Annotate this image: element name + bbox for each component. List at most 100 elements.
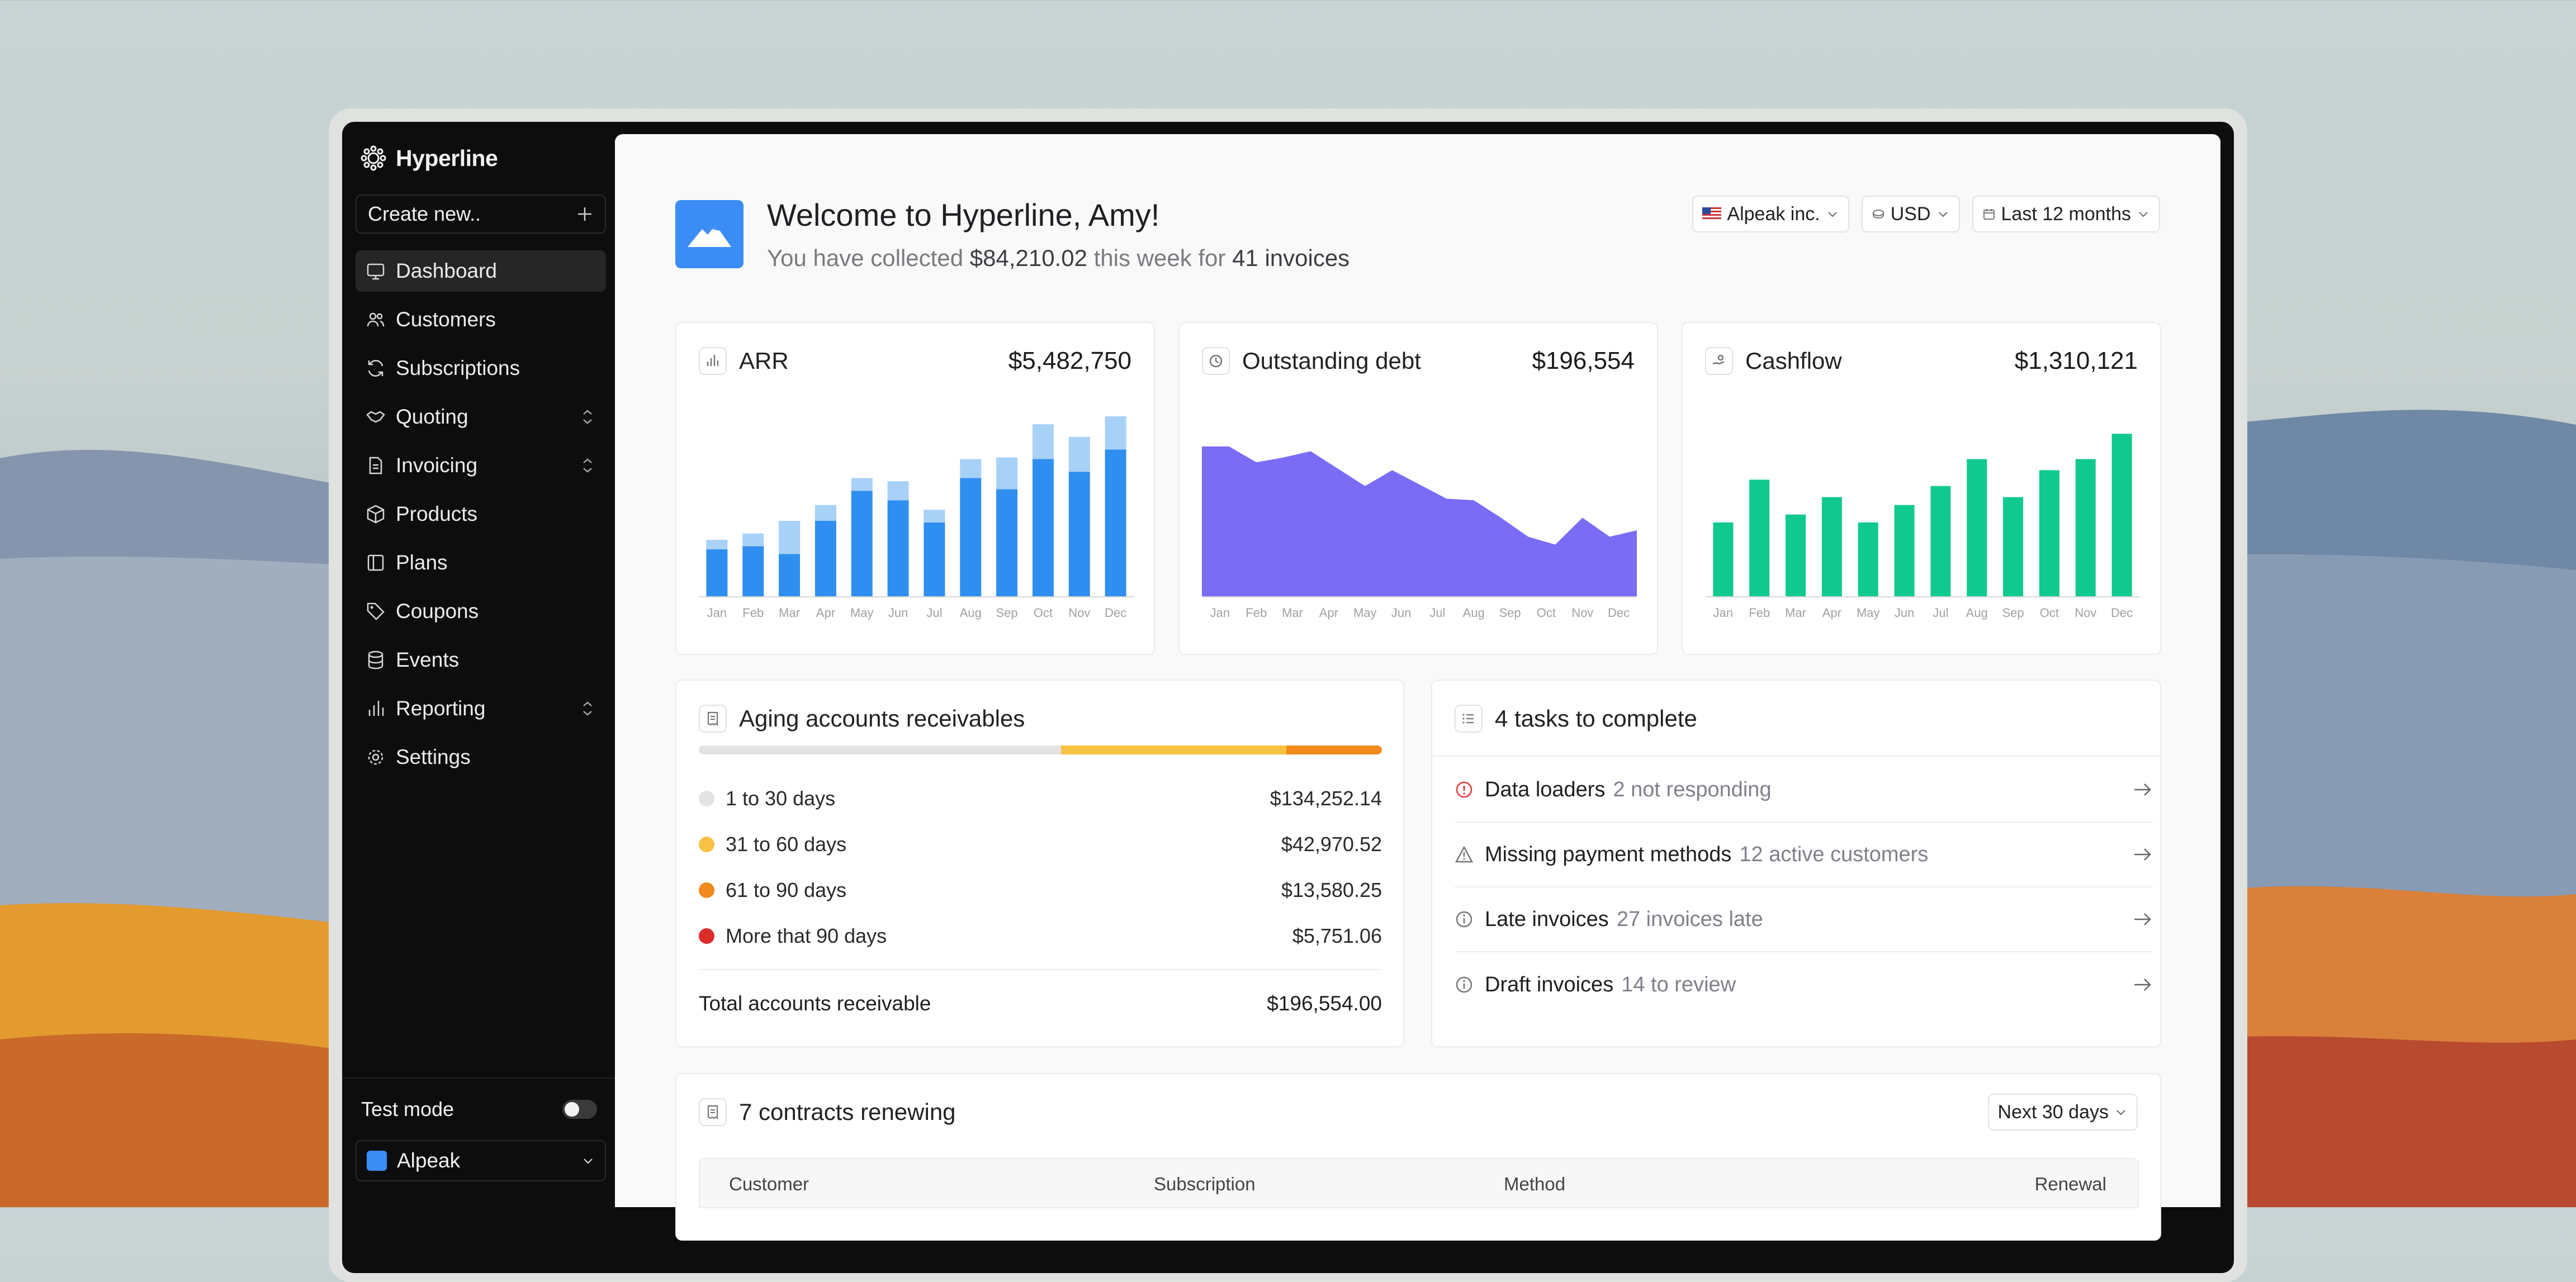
x-tick-label: May [1353, 606, 1377, 620]
arr-bar-segment[interactable] [996, 457, 1018, 490]
sidebar-item-subscriptions[interactable]: Subscriptions [356, 348, 606, 389]
cashflow-bar[interactable] [1713, 522, 1734, 597]
sidebar-item-coupons[interactable]: Coupons [356, 591, 606, 632]
arr-bar-segment[interactable] [1032, 459, 1054, 597]
sidebar-item-customers[interactable]: Customers [356, 299, 606, 340]
alert-circle-icon [1456, 781, 1472, 798]
collected-invoices: 41 invoices [1232, 245, 1350, 271]
arr-bar-segment[interactable] [924, 522, 945, 597]
columns-icon [367, 554, 384, 571]
cashflow-bar[interactable] [1821, 497, 1842, 597]
cashflow-bar[interactable] [1858, 522, 1878, 597]
cashflow-bar[interactable] [2039, 470, 2059, 597]
sidebar-item-label: Dashboard [396, 259, 498, 282]
database-icon [368, 651, 383, 670]
cashflow-bar[interactable] [1749, 479, 1770, 597]
arr-bar-segment[interactable] [815, 505, 836, 521]
arr-bar-segment[interactable] [960, 478, 982, 597]
arr-bar-segment[interactable] [815, 521, 836, 597]
arr-bar-segment[interactable] [1032, 424, 1054, 459]
arr-bar-segment[interactable] [742, 546, 764, 597]
contracts-table-header: Customer Subscription Method Renewal [699, 1158, 2139, 1208]
workspace-switcher[interactable]: Alpeak [356, 1140, 606, 1181]
sidebar-item-invoicing[interactable]: Invoicing [356, 445, 606, 486]
task-row[interactable]: Draft invoices 14 to review [1455, 952, 2153, 1017]
warning-triangle-icon [1455, 846, 1474, 863]
arrow-right-icon[interactable] [2131, 974, 2153, 996]
arr-bar-segment[interactable] [779, 554, 801, 597]
task-title: Data loaders [1485, 777, 1606, 801]
arr-bar-segment[interactable] [706, 540, 728, 549]
cashflow-bar[interactable] [2111, 434, 2132, 597]
task-row[interactable]: Missing payment methods 12 active custome… [1455, 823, 2153, 887]
column-header-subscription[interactable]: Subscription [1154, 1174, 1256, 1195]
sidebar-item-products[interactable]: Products [356, 493, 606, 535]
arrow-right-icon[interactable] [2131, 843, 2153, 866]
sidebar-footer-divider [342, 1077, 615, 1079]
period-select[interactable]: Last 12 months [1972, 196, 2160, 232]
aging-row-label: 61 to 90 days [726, 879, 847, 901]
cashflow-bar[interactable] [1930, 486, 1951, 597]
cashflow-bar[interactable] [1967, 459, 1987, 597]
cashflow-bar[interactable] [2003, 497, 2024, 597]
debt-title: Outstanding debt [1242, 348, 1421, 374]
arr-bar-segment[interactable] [1068, 472, 1090, 597]
receipt-icon [699, 1098, 727, 1126]
cashflow-bar[interactable] [2075, 459, 2096, 597]
arr-card[interactable]: ARR $5,482,750 Jan Feb Mar Apr May Jun Jul Aug S… [675, 322, 1155, 655]
column-header-renewal[interactable]: Renewal [2035, 1174, 2106, 1195]
arr-bar-segment[interactable] [706, 549, 728, 597]
contracts-period-select[interactable]: Next 30 days [1987, 1094, 2138, 1131]
sidebar-item-label: Quoting [396, 405, 468, 428]
task-row[interactable]: Late invoices 27 invoices late [1455, 887, 2153, 952]
task-subtitle: 27 invoices late [1616, 907, 1763, 931]
sidebar-item-reporting[interactable]: Reporting [356, 688, 606, 729]
arr-bar-segment[interactable] [960, 459, 982, 478]
currency-select[interactable]: USD [1861, 196, 1960, 232]
sidebar-item-label: Products [396, 502, 478, 525]
company-select[interactable]: Alpeak inc. [1692, 196, 1849, 232]
cashflow-bar[interactable] [1786, 514, 1806, 597]
arr-bar-segment[interactable] [996, 489, 1018, 597]
outstanding-debt-card[interactable]: Outstanding debt $196,554 Jan Feb Mar Apr Ma… [1178, 322, 1658, 655]
arr-bar-segment[interactable] [851, 478, 873, 491]
arr-bar-segment[interactable] [1068, 436, 1090, 472]
cashflow-bar[interactable] [1894, 505, 1915, 597]
sidebar-item-label: Settings [396, 746, 471, 768]
test-mode-toggle[interactable] [562, 1100, 597, 1119]
test-mode-label: Test mode [361, 1098, 454, 1120]
task-title: Late invoices [1485, 907, 1609, 931]
arr-bar-segment[interactable] [887, 481, 909, 501]
debt-value: $196,554 [1532, 347, 1635, 374]
arr-bar-segment[interactable] [779, 521, 801, 554]
arr-bar-segment[interactable] [742, 533, 764, 547]
x-tick-label: Apr [1822, 606, 1841, 620]
column-header-method[interactable]: Method [1504, 1174, 1565, 1195]
collected-prefix: You have collected [767, 245, 970, 271]
brand[interactable]: Hyperline [359, 144, 498, 172]
sidebar-item-settings[interactable]: Settings [356, 737, 606, 778]
x-tick-label: May [850, 606, 874, 620]
arr-bar-segment[interactable] [924, 510, 945, 523]
sidebar-item-dashboard[interactable]: Dashboard [356, 250, 606, 292]
arrow-right-icon[interactable] [2131, 778, 2153, 801]
arr-bar-segment[interactable] [887, 500, 909, 597]
arr-bar-segment[interactable] [851, 491, 873, 597]
sidebar-item-events[interactable]: Events [356, 639, 606, 681]
task-row[interactable]: Data loaders 2 not responding [1455, 758, 2153, 823]
chevron-up-down-icon [583, 410, 592, 424]
arrow-right-icon[interactable] [2131, 908, 2153, 930]
arr-bar-segment[interactable] [1105, 416, 1126, 450]
task-title: Draft invoices [1485, 972, 1614, 996]
cashflow-card[interactable]: Cashflow $1,310,121 Jan Feb Mar Apr May Jun Ju… [1682, 322, 2161, 655]
create-new-button[interactable]: Create new.. [356, 194, 606, 234]
sidebar-item-plans[interactable]: Plans [356, 542, 606, 583]
task-subtitle: 12 active customers [1739, 842, 1929, 866]
plus-icon [578, 207, 591, 221]
x-tick-label: Sep [996, 606, 1018, 620]
sidebar-item-quoting[interactable]: Quoting [356, 396, 606, 438]
x-tick-label: Mar [1785, 606, 1806, 620]
debt-area[interactable] [1202, 446, 1637, 597]
arr-bar-segment[interactable] [1105, 449, 1126, 597]
column-header-customer[interactable]: Customer [729, 1174, 809, 1195]
